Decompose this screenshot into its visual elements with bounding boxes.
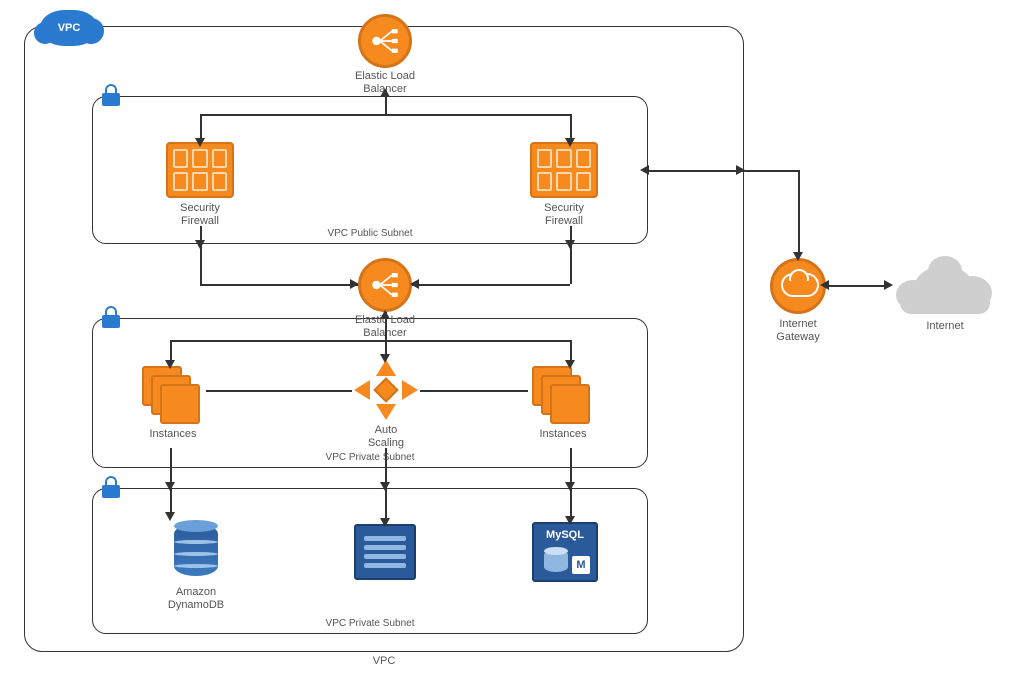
instances-right-icon <box>532 366 592 424</box>
mysql-badge: M <box>572 556 590 574</box>
auto-scaling-icon <box>356 362 416 418</box>
lock-icon <box>102 84 120 106</box>
internet-gateway-icon <box>770 258 826 314</box>
mysql-title: MySQL <box>534 529 596 541</box>
elastic-load-balancer-public-icon <box>358 14 412 68</box>
dynamodb-icon <box>168 518 224 582</box>
private-subnet-app-label: VPC Private Subnet <box>92 452 648 464</box>
instances-left-icon <box>142 366 202 424</box>
public-subnet-label: VPC Public Subnet <box>92 228 648 240</box>
elastic-load-balancer-private-icon <box>358 258 412 312</box>
lock-icon <box>102 476 120 498</box>
vpc-label: VPC <box>24 655 744 668</box>
security-firewall-left-label: Security Firewall <box>150 202 250 228</box>
instances-right-label: Instances <box>518 428 608 441</box>
vpc-badge-text: VPC <box>58 22 81 34</box>
mysql-icon: MySQL M <box>532 522 598 582</box>
vpc-badge: VPC <box>40 10 98 46</box>
rds-icon <box>354 524 416 580</box>
dynamodb-label: Amazon DynamoDB <box>146 586 246 612</box>
lock-icon <box>102 306 120 328</box>
internet-label: Internet <box>890 320 1000 333</box>
private-subnet-db-label: VPC Private Subnet <box>92 618 648 630</box>
instances-left-label: Instances <box>128 428 218 441</box>
security-firewall-left-icon <box>166 142 234 198</box>
internet-gateway-label: Internet Gateway <box>752 318 844 344</box>
security-firewall-right-icon <box>530 142 598 198</box>
autoscaling-label: Auto Scaling <box>336 424 436 450</box>
security-firewall-right-label: Security Firewall <box>514 202 614 228</box>
internet-cloud-icon <box>890 252 1000 316</box>
